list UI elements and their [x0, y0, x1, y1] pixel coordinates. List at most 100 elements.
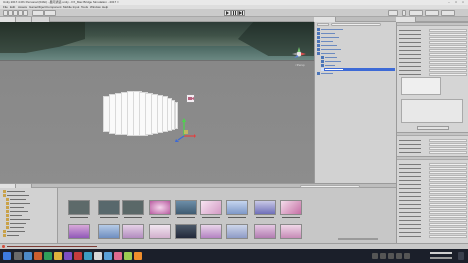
- taskbar-app-icon[interactable]: [44, 252, 52, 260]
- inspector-field[interactable]: [399, 45, 467, 48]
- folder-item[interactable]: [6, 222, 56, 225]
- component-header-box-collider[interactable]: [397, 132, 468, 136]
- project-asset-grid[interactable]: [58, 188, 396, 243]
- inspector-field[interactable]: [399, 49, 467, 52]
- component-header-camera[interactable]: [397, 22, 468, 26]
- asset-texture[interactable]: [122, 224, 144, 244]
- collab-button[interactable]: [388, 10, 398, 16]
- asset-folder[interactable]: [122, 200, 144, 220]
- create-dropdown[interactable]: [317, 23, 329, 26]
- taskbar-app-icon[interactable]: [34, 252, 42, 260]
- transform-gizmo[interactable]: [170, 114, 196, 144]
- hierarchy-item[interactable]: [317, 48, 395, 51]
- taskbar-app-icon[interactable]: [74, 252, 82, 260]
- hierarchy-item[interactable]: [321, 56, 395, 59]
- inspector-field[interactable]: [399, 227, 467, 230]
- folder-item[interactable]: [3, 234, 53, 237]
- inspector-field[interactable]: [399, 235, 467, 238]
- asset-texture[interactable]: [280, 200, 302, 220]
- inspector-field[interactable]: [399, 69, 467, 72]
- folder-item[interactable]: [6, 226, 56, 229]
- inspector-field[interactable]: [399, 147, 467, 150]
- folder-item[interactable]: [6, 218, 56, 221]
- tray-icon[interactable]: [372, 253, 378, 259]
- inspector-field[interactable]: [399, 163, 467, 166]
- inspector-field[interactable]: [399, 223, 467, 226]
- inspector-field[interactable]: [399, 191, 467, 194]
- folder-item[interactable]: [3, 190, 53, 193]
- panel-stack[interactable]: [0, 22, 314, 183]
- asset-texture[interactable]: [280, 224, 302, 244]
- play-button[interactable]: [224, 10, 231, 16]
- asset-texture[interactable]: [226, 224, 248, 244]
- asset-texture[interactable]: [149, 224, 171, 244]
- asset-texture[interactable]: [200, 200, 222, 220]
- tray-icon[interactable]: [388, 253, 394, 259]
- folder-item[interactable]: [6, 210, 56, 213]
- thumbnail-size-slider[interactable]: [338, 238, 378, 240]
- hierarchy-item[interactable]: [317, 28, 395, 31]
- hierarchy-item-selected[interactable]: [321, 68, 395, 71]
- asset-texture[interactable]: [175, 224, 197, 244]
- asset-texture[interactable]: [68, 224, 90, 244]
- taskbar-app-icon[interactable]: [134, 252, 142, 260]
- asset-folder[interactable]: [98, 200, 120, 220]
- inspector-field[interactable]: [399, 187, 467, 190]
- start-icon[interactable]: [3, 252, 11, 260]
- inspector-field[interactable]: [399, 219, 467, 222]
- inspector-panel[interactable]: [396, 22, 468, 243]
- hierarchy-item[interactable]: [317, 52, 395, 55]
- inspector-field[interactable]: [399, 179, 467, 182]
- inspector-field[interactable]: [399, 151, 467, 154]
- inspector-field[interactable]: [399, 211, 467, 214]
- inspector-field[interactable]: [399, 203, 467, 206]
- scene-orientation-gizmo[interactable]: [292, 47, 306, 61]
- inspector-field[interactable]: [399, 195, 467, 198]
- folder-item[interactable]: [3, 230, 53, 233]
- taskbar-app-icon[interactable]: [24, 252, 32, 260]
- folder-item[interactable]: [3, 194, 53, 197]
- inspector-field[interactable]: [399, 207, 467, 210]
- inspector-field[interactable]: [399, 175, 467, 178]
- hierarchy-item[interactable]: [317, 44, 395, 47]
- inspector-field[interactable]: [399, 231, 467, 234]
- folder-item[interactable]: [6, 214, 56, 217]
- search-icon[interactable]: [14, 252, 22, 260]
- taskbar-app-icon[interactable]: [114, 252, 122, 260]
- asset-texture[interactable]: [149, 200, 171, 220]
- inspector-field[interactable]: [399, 215, 467, 218]
- pivot-toggle[interactable]: [32, 10, 44, 16]
- hierarchy-panel[interactable]: [314, 22, 396, 183]
- inspector-field[interactable]: [399, 61, 467, 64]
- asset-texture[interactable]: [175, 200, 197, 220]
- script-code-area[interactable]: [401, 99, 463, 123]
- folder-item[interactable]: [6, 198, 56, 201]
- taskbar-app-icon[interactable]: [104, 252, 112, 260]
- folder-item[interactable]: [6, 206, 56, 209]
- inspector-field[interactable]: [399, 199, 467, 202]
- layers-dropdown[interactable]: [425, 10, 439, 16]
- asset-texture[interactable]: [254, 224, 276, 244]
- step-button[interactable]: [238, 10, 245, 16]
- inspector-field[interactable]: [399, 33, 467, 36]
- account-dropdown[interactable]: [409, 10, 423, 16]
- cloud-icon[interactable]: [402, 10, 406, 16]
- component-header-particle-system[interactable]: [397, 156, 468, 160]
- rect-icon[interactable]: [23, 10, 28, 16]
- volume-icon[interactable]: [396, 253, 402, 259]
- pause-button[interactable]: [231, 10, 238, 16]
- inspector-field[interactable]: [399, 29, 467, 32]
- asset-texture[interactable]: [226, 200, 248, 220]
- folder-item[interactable]: [6, 202, 56, 205]
- inspector-field[interactable]: [399, 41, 467, 44]
- hierarchy-item[interactable]: [317, 40, 395, 43]
- inspector-field[interactable]: [399, 183, 467, 186]
- inspector-field[interactable]: [399, 53, 467, 56]
- inspector-field[interactable]: [399, 171, 467, 174]
- asset-texture[interactable]: [98, 224, 120, 244]
- inspector-field[interactable]: [399, 65, 467, 68]
- hierarchy-item[interactable]: [317, 36, 395, 39]
- camera-icon[interactable]: [186, 94, 195, 103]
- unity-taskbar-icon[interactable]: [94, 252, 102, 260]
- hierarchy-search-input[interactable]: [331, 23, 381, 26]
